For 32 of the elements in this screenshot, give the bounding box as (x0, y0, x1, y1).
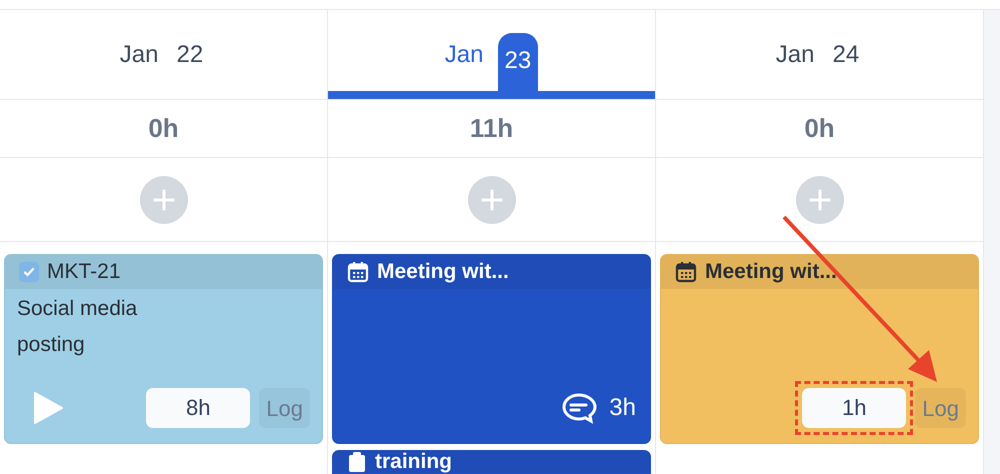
plus-icon (480, 188, 502, 210)
calendar-icon (347, 261, 369, 283)
month-label: Jan (444, 40, 484, 70)
entry-card[interactable]: Meeting wit... 3h (332, 254, 651, 444)
entry-card[interactable]: training (332, 450, 651, 474)
issue-key: MKT-21 (47, 256, 121, 288)
calendar-icon (675, 261, 697, 283)
hours-field[interactable]: 1h (802, 388, 906, 428)
day-total: 11h (470, 112, 514, 145)
clipboard-icon (347, 451, 367, 473)
comment-icon (561, 392, 598, 424)
month-label: Jan (120, 40, 158, 70)
checkbox[interactable] (19, 262, 39, 282)
day-number[interactable]: 23 (498, 33, 538, 94)
event-title: Meeting wit... (377, 259, 509, 286)
play-icon[interactable] (33, 391, 63, 425)
hours-field[interactable]: 8h (146, 388, 250, 428)
month-label: Jan (776, 40, 814, 70)
event-title: training (375, 451, 452, 474)
day-total: 0h (148, 112, 179, 145)
task-summary: Social media posting (17, 296, 138, 358)
event-title: Meeting wit... (705, 259, 837, 286)
day-number[interactable]: 22 (172, 36, 208, 72)
plus-icon (808, 188, 830, 210)
entry-card[interactable]: MKT-21 Social media posting 8h Log (4, 254, 323, 444)
duration-label: 3h (609, 393, 636, 423)
plus-icon (152, 188, 174, 210)
check-icon (23, 266, 35, 278)
add-button[interactable] (796, 176, 844, 224)
day-number[interactable]: 24 (828, 36, 864, 72)
day-total: 0h (804, 112, 835, 145)
entry-card[interactable]: Meeting wit... 1h Log (660, 254, 979, 444)
